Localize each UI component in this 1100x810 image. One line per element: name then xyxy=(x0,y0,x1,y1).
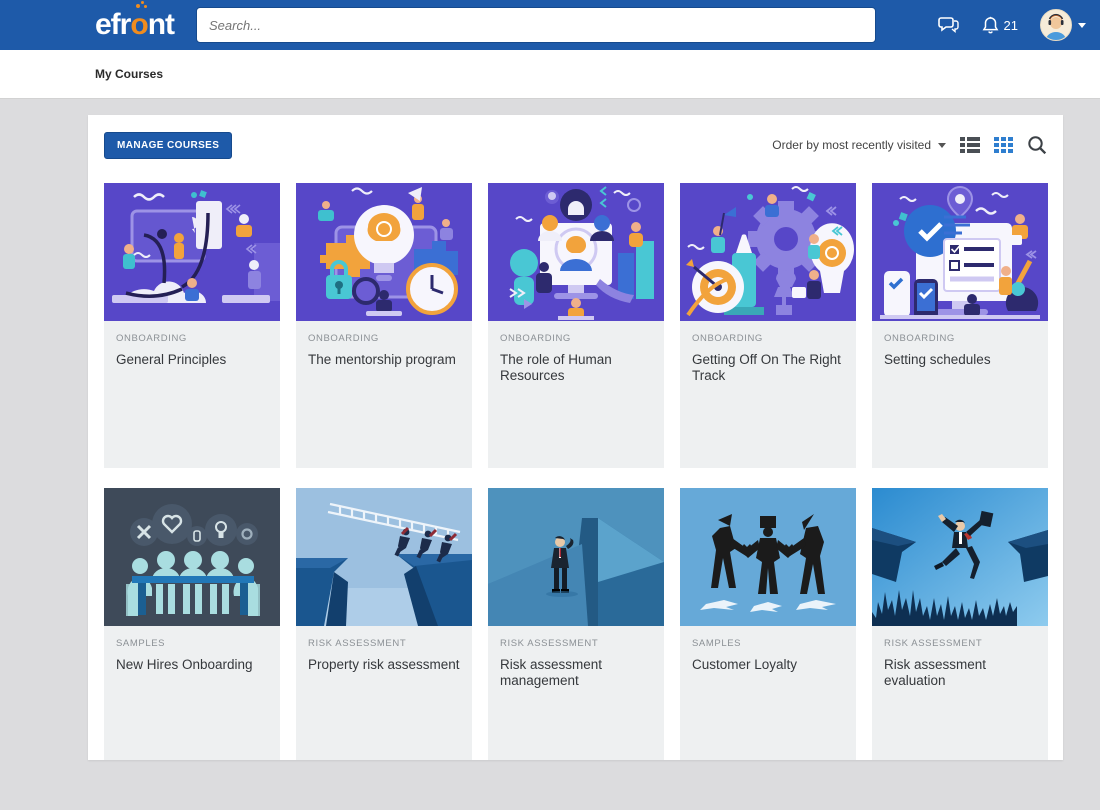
course-card[interactable]: RISK ASSESSMENT Risk assessment evaluati… xyxy=(872,488,1048,760)
course-title: Property risk assessment xyxy=(308,657,460,673)
course-illustration-idea-bulb xyxy=(296,183,472,321)
course-card[interactable]: ONBOARDING General Principles xyxy=(104,183,280,468)
order-by-dropdown[interactable]: Order by most recently visited xyxy=(772,138,946,152)
course-title: The role of Human Resources xyxy=(500,352,652,383)
course-card[interactable]: SAMPLES Customer Loyalty xyxy=(680,488,856,760)
course-illustration-ladder-gap xyxy=(296,488,472,626)
course-illustration-meeting-table xyxy=(104,488,280,626)
course-category: SAMPLES xyxy=(692,638,844,649)
course-illustration-handshake-silhouettes xyxy=(680,488,856,626)
page-title: My Courses xyxy=(95,67,163,81)
course-illustration-gears-target xyxy=(680,183,856,321)
course-category: ONBOARDING xyxy=(884,333,1036,344)
user-avatar xyxy=(1040,9,1072,41)
grid-view-icon[interactable] xyxy=(994,136,1013,154)
top-header: efront 21 xyxy=(0,0,1100,50)
chat-icon[interactable] xyxy=(938,15,960,35)
logo-o-spark: o xyxy=(130,8,147,42)
global-search xyxy=(196,7,876,43)
course-illustration-checklist-monitor xyxy=(872,183,1048,321)
course-title: Customer Loyalty xyxy=(692,657,844,673)
course-category: ONBOARDING xyxy=(308,333,460,344)
logo-text-end: nt xyxy=(148,8,174,42)
course-grid: ONBOARDING General Principles xyxy=(104,183,1047,760)
courses-toolbar: MANAGE COURSES Order by most recently vi… xyxy=(104,131,1047,159)
course-illustration-man-at-chasm xyxy=(488,488,664,626)
breadcrumb-bar: My Courses xyxy=(0,50,1100,99)
course-category: ONBOARDING xyxy=(116,333,268,344)
course-title: Getting Off On The Right Track xyxy=(692,352,844,383)
course-card[interactable]: ONBOARDING Getting Off On The Right Trac… xyxy=(680,183,856,468)
search-icon[interactable] xyxy=(1027,135,1047,155)
search-input[interactable] xyxy=(209,18,863,33)
course-title: General Principles xyxy=(116,352,268,368)
order-by-label: Order by most recently visited xyxy=(772,138,931,152)
chevron-down-icon xyxy=(1078,23,1086,28)
logo-text: efr xyxy=(95,8,130,42)
course-card[interactable]: ONBOARDING The role of Human Resources xyxy=(488,183,664,468)
user-menu[interactable] xyxy=(1040,9,1086,41)
list-view-icon[interactable] xyxy=(960,136,980,154)
course-card[interactable]: SAMPLES New Hires Onboarding xyxy=(104,488,280,760)
course-category: SAMPLES xyxy=(116,638,268,649)
notifications[interactable]: 21 xyxy=(982,16,1018,35)
course-category: RISK ASSESSMENT xyxy=(308,638,460,649)
course-card[interactable]: ONBOARDING The mentorship program xyxy=(296,183,472,468)
notification-count: 21 xyxy=(1004,18,1018,33)
course-illustration-leaping-man xyxy=(872,488,1048,626)
course-title: New Hires Onboarding xyxy=(116,657,268,673)
course-card[interactable]: RISK ASSESSMENT Property risk assessment xyxy=(296,488,472,760)
course-title: The mentorship program xyxy=(308,352,460,368)
courses-panel: MANAGE COURSES Order by most recently vi… xyxy=(88,115,1063,760)
course-card[interactable]: ONBOARDING Setting schedules xyxy=(872,183,1048,468)
course-title: Risk assessment management xyxy=(500,657,652,688)
course-category: ONBOARDING xyxy=(692,333,844,344)
course-category: ONBOARDING xyxy=(500,333,652,344)
course-illustration-cloud-network xyxy=(104,183,280,321)
course-illustration-hr-profile xyxy=(488,183,664,321)
efront-logo[interactable]: efront xyxy=(95,8,174,42)
course-title: Setting schedules xyxy=(884,352,1036,368)
course-card[interactable]: RISK ASSESSMENT Risk assessment manageme… xyxy=(488,488,664,760)
course-category: RISK ASSESSMENT xyxy=(884,638,1036,649)
chevron-down-icon xyxy=(938,143,946,148)
bell-icon xyxy=(982,16,999,35)
course-category: RISK ASSESSMENT xyxy=(500,638,652,649)
course-title: Risk assessment evaluation xyxy=(884,657,1036,688)
manage-courses-button[interactable]: MANAGE COURSES xyxy=(104,132,232,159)
